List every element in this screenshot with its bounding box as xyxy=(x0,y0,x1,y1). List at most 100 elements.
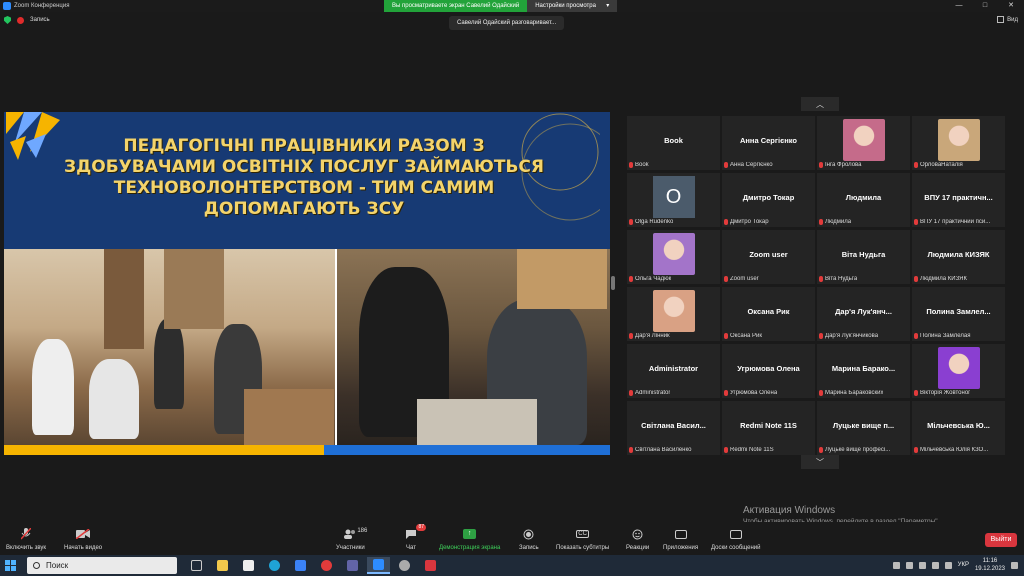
tray-mic-icon[interactable] xyxy=(931,561,939,569)
whiteboard-icon xyxy=(729,528,743,540)
mic-muted-icon xyxy=(724,276,728,282)
stripe-blue xyxy=(324,445,610,455)
participant-display-name: Дмитро Токар xyxy=(742,193,795,202)
participant-name-label: Вікторія Жовтоног xyxy=(914,390,970,396)
participant-tile[interactable]: ВПУ 17 практичн... ВПУ 17 практичний пси.… xyxy=(912,173,1005,227)
calendar-icon[interactable] xyxy=(237,557,260,574)
taskbar-clock[interactable]: 11:16 19.12.2023 xyxy=(975,557,1005,573)
grid-view-icon xyxy=(997,16,1005,23)
gallery-prev-button[interactable]: ︿ xyxy=(801,97,839,111)
start-video-button[interactable]: Начать видео xyxy=(64,528,102,551)
participant-tile[interactable]: Ольга Чадюк xyxy=(627,230,720,284)
mic-muted-icon xyxy=(819,447,823,453)
speaking-tooltip: Савелий Одайский разговаривает... xyxy=(449,16,565,30)
mic-muted-icon xyxy=(724,162,728,168)
windows-start-icon[interactable] xyxy=(5,560,16,571)
apps-button[interactable]: Приложения xyxy=(663,528,698,551)
camera-off-icon xyxy=(76,528,91,540)
share-banner: Вы просматриваете экран Савелий Одайский… xyxy=(384,0,618,12)
participant-tile[interactable]: Мільчевська Ю... Мільчевська Юлія КЗО... xyxy=(912,401,1005,455)
participant-tile[interactable]: Луцьке вище п... Луцьке вище професі... xyxy=(817,401,910,455)
participant-tile[interactable]: Угрюмова Олена Угрюмова Олена xyxy=(722,344,815,398)
participant-tile[interactable]: Інга Фролова xyxy=(817,116,910,170)
zoom-app-icon xyxy=(3,2,11,10)
zoom-taskbar-icon[interactable] xyxy=(367,557,390,574)
participant-name-text: Мільчевська Юлія КЗО... xyxy=(920,447,989,453)
gallery-next-button[interactable]: ﹀ xyxy=(801,455,839,469)
view-options-button[interactable]: Настройки просмотра ▾ xyxy=(527,0,618,12)
tray-chevron-icon[interactable] xyxy=(892,561,900,569)
participant-tile[interactable]: O Olga Rudenko xyxy=(627,173,720,227)
participants-button[interactable]: 186 Участники xyxy=(336,528,368,551)
file-explorer-icon[interactable] xyxy=(211,557,234,574)
leave-button[interactable]: Выйти xyxy=(985,533,1017,547)
whiteboards-button[interactable]: Доски сообщений xyxy=(711,528,761,551)
language-indicator[interactable]: УКР xyxy=(958,562,969,568)
unmute-button[interactable]: Включить звук xyxy=(6,528,46,551)
participant-tile[interactable]: Дар'я Лук'янч... Дар'я Лук'янчикова xyxy=(817,287,910,341)
participants-count: 186 xyxy=(357,528,368,534)
viber-icon[interactable] xyxy=(393,557,416,574)
opera-icon[interactable] xyxy=(315,557,338,574)
notifications-icon[interactable] xyxy=(1011,561,1018,569)
participant-tile[interactable]: Дар'я Лінник xyxy=(627,287,720,341)
taskbar-search[interactable]: Поиск xyxy=(27,557,177,574)
participant-tile[interactable]: Дмитро Токар Дмитро Токар xyxy=(722,173,815,227)
participant-tile[interactable]: Redmi Note 11S Redmi Note 11S xyxy=(722,401,815,455)
teams-icon[interactable] xyxy=(341,557,364,574)
participant-tile[interactable]: Людмила КИЗЯК Людмила КИЗЯК xyxy=(912,230,1005,284)
subtitles-button[interactable]: CC Показать субтитры xyxy=(556,528,609,551)
share-screen-button[interactable]: ↑ Демонстрация экрана xyxy=(439,528,500,551)
participant-tile[interactable]: Віта Нудьга Віта Нудьга xyxy=(817,230,910,284)
participant-name-label: Дмитро Токар xyxy=(724,219,769,225)
participant-tile[interactable]: Світлана Васил... Світлана Василенко xyxy=(627,401,720,455)
mic-muted-icon xyxy=(629,390,633,396)
tray-volume-icon[interactable] xyxy=(944,561,952,569)
participant-tile[interactable]: Zoom user Zoom user xyxy=(722,230,815,284)
chat-button[interactable]: 87 Чат xyxy=(404,524,426,551)
participant-name-text: Дмитро Токар xyxy=(730,219,769,225)
windows-taskbar: Поиск УКР 11:16 19.12.2023 xyxy=(0,555,1024,576)
participant-tile[interactable]: Administrator Administrator xyxy=(627,344,720,398)
security-shield-icon[interactable] xyxy=(4,16,11,24)
participant-tile[interactable]: Марина Барако... Марина Бараковских xyxy=(817,344,910,398)
task-view-icon[interactable] xyxy=(185,557,208,574)
system-tray: УКР 11:16 19.12.2023 xyxy=(892,557,1018,573)
participant-name-text: Zoom user xyxy=(730,276,759,282)
edge-icon[interactable] xyxy=(263,557,286,574)
participant-tile[interactable]: Book Book xyxy=(627,116,720,170)
close-button[interactable]: ✕ xyxy=(998,0,1024,12)
tray-app-icon[interactable] xyxy=(905,561,913,569)
participant-tile[interactable]: Людмила Людмила xyxy=(817,173,910,227)
search-icon xyxy=(33,562,40,569)
record-button[interactable]: Запись xyxy=(519,528,539,551)
slide-photos xyxy=(4,249,610,445)
apps-icon xyxy=(674,528,688,540)
participant-display-name: Людмила КИЗЯК xyxy=(927,250,990,259)
participant-name-text: Світлана Василенко xyxy=(635,447,692,453)
window-title: Zoom Конференция xyxy=(14,3,70,9)
participant-tile[interactable]: ОрловаНаталія xyxy=(912,116,1005,170)
participant-tile[interactable]: Анна Сергієнко Анна Сергієнко xyxy=(722,116,815,170)
participant-name-label: Мільчевська Юлія КЗО... xyxy=(914,447,988,453)
split-resize-handle[interactable] xyxy=(611,276,615,290)
unmute-label: Включить звук xyxy=(6,545,47,551)
reactions-button[interactable]: Реакции xyxy=(626,528,649,551)
maximize-button[interactable]: □ xyxy=(972,0,998,12)
participant-name-label: Дар'я Лінник xyxy=(629,333,670,339)
tray-network-icon[interactable] xyxy=(918,561,926,569)
participant-name-label: ОрловаНаталія xyxy=(914,162,963,168)
participant-tile[interactable]: Оксана Рик Оксана Рик xyxy=(722,287,815,341)
participant-name-text: Полина Замлелая xyxy=(920,333,971,339)
smiley-icon xyxy=(631,528,645,540)
participant-name-label: Угрюмова Олена xyxy=(724,390,777,396)
participant-tile[interactable]: Полина Замлел... Полина Замлелая xyxy=(912,287,1005,341)
mail-icon[interactable] xyxy=(289,557,312,574)
participant-name-label: Zoom user xyxy=(724,276,759,282)
participant-name-label: Redmi Note 11S xyxy=(724,447,774,453)
view-button[interactable]: Вид xyxy=(997,16,1018,23)
minimize-button[interactable]: — xyxy=(946,0,972,12)
pdf-icon[interactable] xyxy=(419,557,442,574)
participant-name-label: Людмила xyxy=(819,219,851,225)
participant-tile[interactable]: Вікторія Жовтоног xyxy=(912,344,1005,398)
